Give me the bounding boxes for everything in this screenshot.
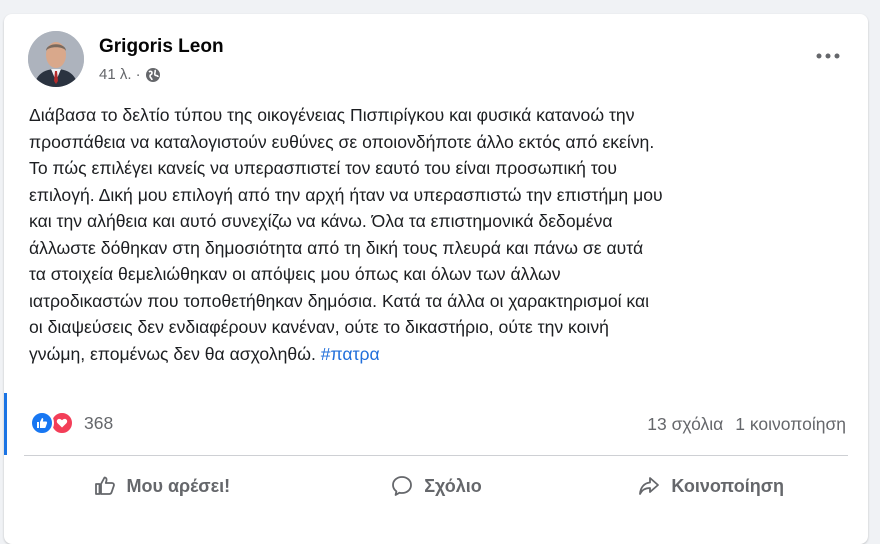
shares-count[interactable]: 1 κοινοποίηση [735,414,846,435]
comment-icon [392,476,413,496]
like-label: Μου αρέσει! [126,475,231,496]
post-text: Διάβασα το δελτίο τύπου της οικογένειας … [29,102,859,367]
reaction-count[interactable]: 368 [84,413,113,434]
like-button[interactable]: Μου αρέσει! [24,463,299,509]
share-label: Κοινοποίηση [671,475,785,496]
share-button[interactable]: Κοινοποίηση [573,463,848,509]
divider [24,455,848,456]
globe-icon[interactable] [145,67,161,83]
comments-count[interactable]: 13 σχόλια [647,414,723,435]
avatar[interactable] [28,31,84,87]
post-meta: 41 λ. · [99,66,161,83]
more-options-button[interactable] [810,44,846,68]
comment-button[interactable]: Σχόλιο [299,463,574,509]
hashtag-link[interactable]: #πατρα [321,344,380,364]
post-time[interactable]: 41 λ. · [99,66,141,83]
comment-label: Σχόλιο [424,475,482,496]
more-dots-icon [816,53,840,59]
engagement-counts: 13 σχόλια 1 κοινοποίηση [647,414,846,435]
like-reaction-icon [30,411,54,435]
reactions-summary[interactable]: 368 [30,411,113,435]
focus-indicator [4,393,7,455]
thumbs-up-icon [94,476,115,495]
post-body: Διάβασα το δελτίο τύπου της οικογένειας … [29,105,663,364]
action-bar: Μου αρέσει! Σχόλιο Κοινοποίηση [24,463,848,509]
avatar-image [28,31,84,87]
author-name[interactable]: Grigoris Leon [99,36,224,58]
share-icon [639,477,660,495]
post-card: Grigoris Leon 41 λ. · Διάβασα το δελτίο … [4,14,868,544]
